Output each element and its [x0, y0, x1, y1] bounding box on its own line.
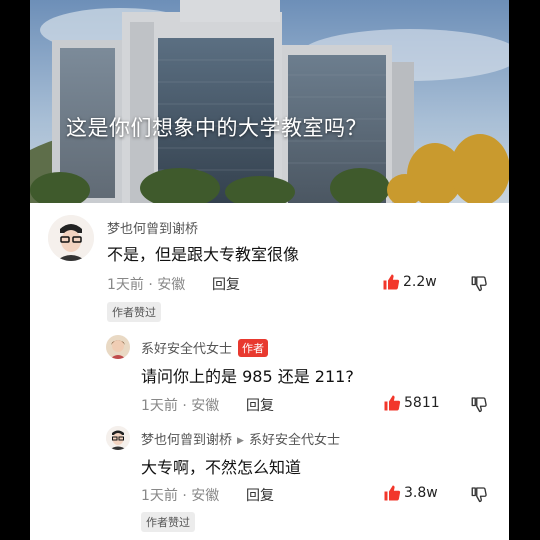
reply-arrow-icon: ▶ — [237, 436, 244, 446]
comment-text: 请问你上的是 985 还是 211? — [141, 367, 354, 386]
comment-text: 大专啊，不然怎么知道 — [141, 458, 302, 477]
comment-username[interactable]: 梦也何曾到谢桥 — [107, 218, 198, 237]
like-button[interactable]: 2.2w — [382, 273, 437, 291]
thumbs-up-icon — [384, 485, 401, 501]
thumbs-up-icon — [384, 395, 401, 411]
building-photo — [30, 0, 509, 203]
user-avatar-icon — [106, 335, 130, 359]
app-frame: 这是你们想象中的大学教室吗？ 梦也何曾到谢桥 不是，但是跟大专教室很像 1天前 … — [30, 0, 509, 540]
hero-caption: 这是你们想象中的大学教室吗？ — [66, 116, 367, 140]
reply-button[interactable]: 回复 — [246, 395, 274, 415]
comment-meta: 1天前 · 安徽 — [141, 398, 220, 414]
avatar[interactable] — [106, 426, 130, 450]
avatar[interactable] — [106, 335, 130, 359]
thumbs-down-icon[interactable] — [470, 395, 488, 413]
thumbs-up-icon — [383, 274, 400, 290]
hero-image[interactable]: 这是你们想象中的大学教室吗？ — [30, 0, 509, 203]
comment-item: 梦也何曾到谢桥 不是，但是跟大专教室很像 1天前 · 安徽 回复 2.2w 作者… — [30, 203, 509, 323]
username-link[interactable]: 梦也何曾到谢桥 — [141, 433, 232, 448]
avatar[interactable] — [48, 215, 94, 261]
comment-text: 不是，但是跟大专教室很像 — [107, 245, 300, 264]
username-link[interactable]: 系好安全代女士 — [141, 342, 232, 357]
comment-meta: 1天前 · 安徽 — [107, 277, 186, 293]
author-liked-badge: 作者赞过 — [141, 512, 195, 532]
thumbs-down-icon[interactable] — [470, 485, 488, 503]
comment-username: 梦也何曾到谢桥 ▶ 系好安全代女士 — [141, 429, 340, 448]
reply-button[interactable]: 回复 — [212, 274, 240, 294]
reply-button[interactable]: 回复 — [246, 485, 274, 505]
comment-username: 系好安全代女士 作者 — [141, 338, 269, 357]
author-tag: 作者 — [238, 339, 269, 357]
user-avatar-icon — [48, 215, 94, 261]
like-button[interactable]: 5811 — [383, 394, 440, 412]
like-count: 3.8w — [404, 485, 438, 501]
author-liked-badge: 作者赞过 — [107, 302, 161, 322]
reply-to-username[interactable]: 系好安全代女士 — [249, 433, 340, 448]
thumbs-down-icon[interactable] — [470, 274, 488, 292]
comment-meta: 1天前 · 安徽 — [141, 488, 220, 504]
comment-item: 梦也何曾到谢桥 ▶ 系好安全代女士 大专啊，不然怎么知道 1天前 · 安徽 回复 3… — [30, 418, 509, 538]
comment-item: 系好安全代女士 作者 请问你上的是 985 还是 211? 1天前 · 安徽 回复… — [30, 328, 509, 418]
like-button[interactable]: 3.8w — [383, 484, 438, 502]
like-count: 5811 — [404, 395, 440, 411]
like-count: 2.2w — [403, 274, 437, 290]
user-avatar-icon — [106, 426, 130, 450]
